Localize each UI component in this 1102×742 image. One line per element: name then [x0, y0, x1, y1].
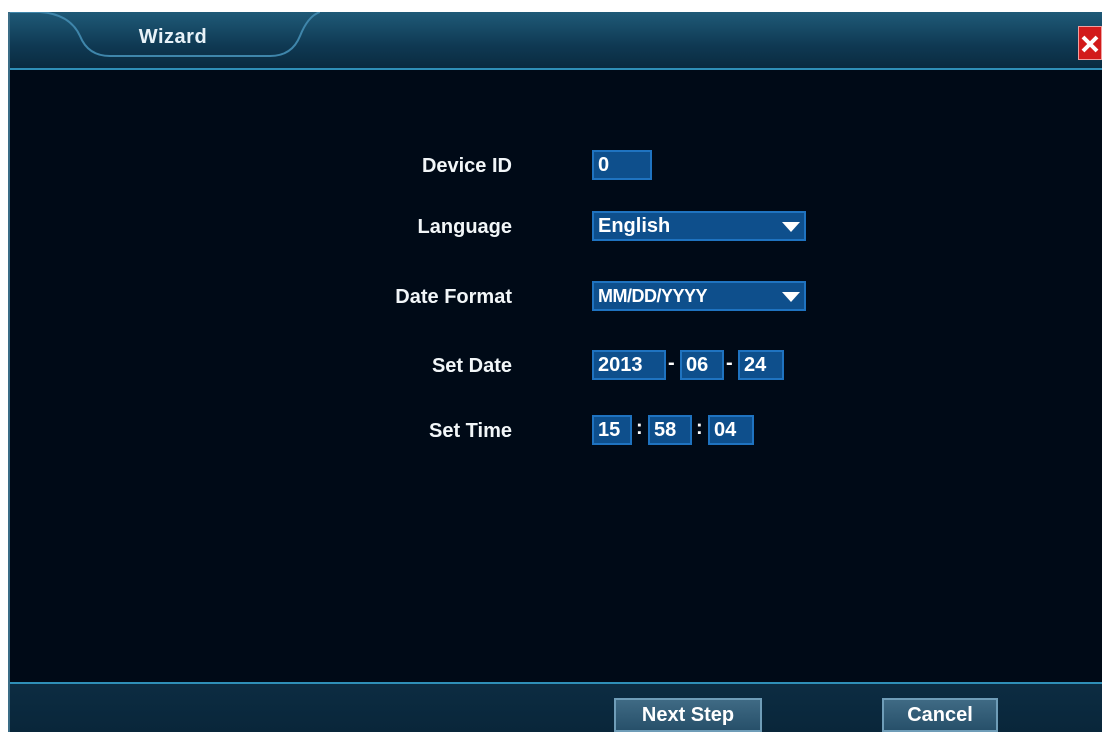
set-date-label: Set Date	[431, 355, 512, 377]
date-separator: -	[668, 352, 675, 374]
close-button[interactable]	[1078, 26, 1102, 60]
date-month-input[interactable]: 06	[680, 350, 724, 380]
language-label: Language	[417, 216, 512, 238]
chevron-down-icon	[782, 222, 800, 232]
set-time-label: Set Time	[429, 420, 512, 442]
language-value: English	[598, 215, 671, 237]
wizard-window: Wizard Device ID 0 Language English Date…	[8, 12, 1102, 732]
date-year-input[interactable]: 2013	[592, 350, 666, 380]
time-minute-input[interactable]: 58	[648, 415, 692, 445]
close-icon	[1081, 35, 1099, 53]
time-separator: :	[696, 417, 703, 439]
window-title: Wizard	[138, 26, 208, 48]
cancel-button[interactable]: Cancel	[882, 698, 998, 732]
date-format-value: MM/DD/YYYY	[598, 286, 708, 306]
date-separator: -	[726, 352, 733, 374]
time-hour-input[interactable]: 15	[592, 415, 632, 445]
language-select[interactable]: English	[592, 211, 806, 241]
chevron-down-icon	[782, 292, 800, 302]
next-step-button[interactable]: Next Step	[614, 698, 762, 732]
device-id-input[interactable]: 0	[592, 150, 652, 180]
device-id-label: Device ID	[421, 155, 512, 177]
title-divider	[10, 68, 1102, 70]
date-day-input[interactable]: 24	[738, 350, 784, 380]
date-format-label: Date Format	[395, 286, 512, 308]
date-format-select[interactable]: MM/DD/YYYY	[592, 281, 806, 311]
time-separator: :	[636, 417, 643, 439]
title-bar: Wizard	[10, 12, 1102, 68]
time-second-input[interactable]: 04	[708, 415, 754, 445]
